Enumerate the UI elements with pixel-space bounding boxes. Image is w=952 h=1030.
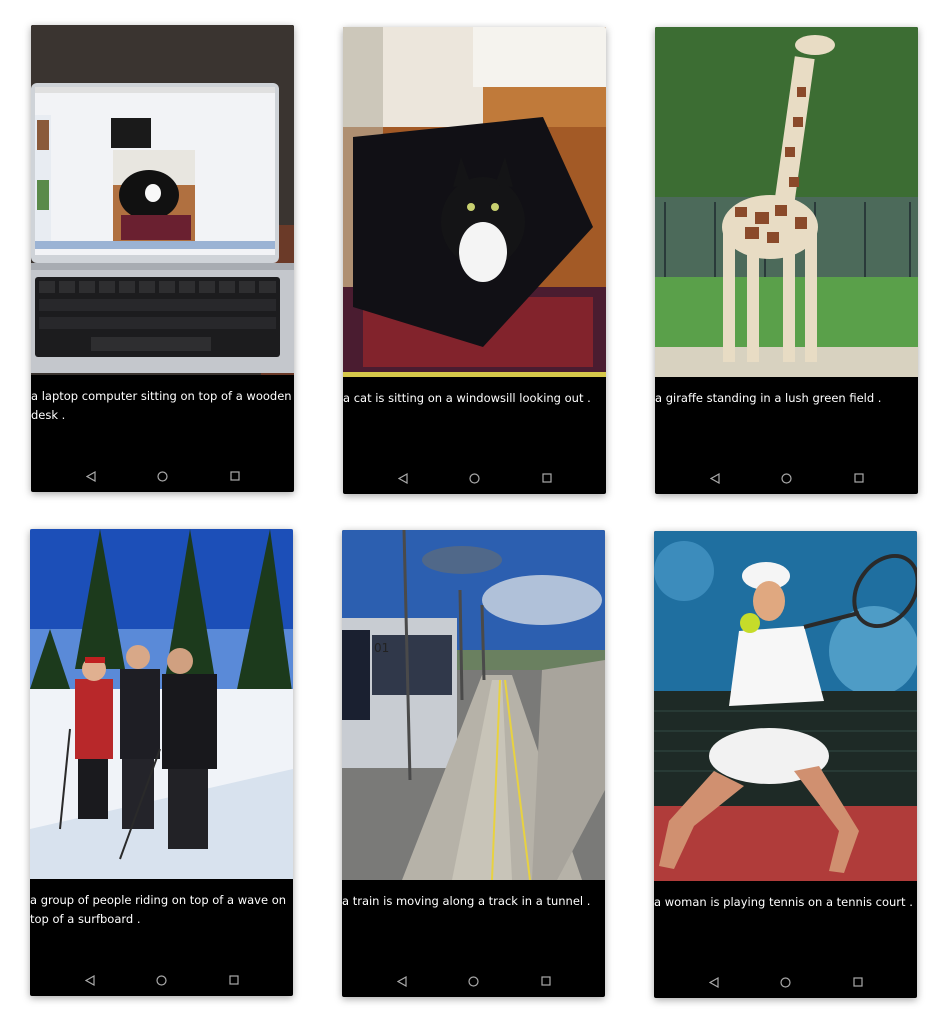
tennis-photo [654,531,917,881]
caption-text: a woman is playing tennis on a tennis co… [654,895,913,909]
screenshot-grid: a laptop computer sitting on top of a wo… [0,0,952,1030]
home-circle-icon[interactable] [155,973,169,987]
home-circle-icon[interactable] [779,975,793,989]
phone-screen-4: a group of people riding on top of a wav… [30,529,293,996]
recents-square-icon[interactable] [539,974,553,988]
back-triangle-icon[interactable] [84,469,98,483]
skiers-photo [30,529,293,879]
home-circle-icon[interactable] [468,471,482,485]
giraffe-photo [655,27,918,377]
recents-square-icon[interactable] [851,975,865,989]
home-circle-icon[interactable] [780,471,794,485]
caption-text: a cat is sitting on a windowsill looking… [343,391,591,405]
back-triangle-icon[interactable] [707,975,721,989]
phone-screen-5: 01 a train is moving along a track in a … [342,530,605,997]
laptop-photo [31,25,294,375]
phone-screen-6: a woman is playing tennis on a tennis co… [654,531,917,998]
phone-screen-1: a laptop computer sitting on top of a wo… [31,25,294,492]
caption-text: a group of people riding on top of a wav… [30,893,287,926]
android-navbar [30,964,293,996]
android-navbar [342,965,605,997]
recents-square-icon[interactable] [852,471,866,485]
recents-square-icon[interactable] [228,469,242,483]
phone-screen-2: a cat is sitting on a windowsill looking… [343,27,606,494]
train-photo: 01 [342,530,605,880]
caption-text: a train is moving along a track in a tun… [342,894,591,908]
caption-text: a giraffe standing in a lush green field… [655,391,882,405]
android-navbar [31,460,294,492]
back-triangle-icon[interactable] [395,974,409,988]
home-circle-icon[interactable] [467,974,481,988]
back-triangle-icon[interactable] [708,471,722,485]
back-triangle-icon[interactable] [83,973,97,987]
back-triangle-icon[interactable] [396,471,410,485]
recents-square-icon[interactable] [540,471,554,485]
android-navbar [343,462,606,494]
caption-text: a laptop computer sitting on top of a wo… [31,389,292,422]
cat-photo [343,27,606,377]
android-navbar [654,966,917,998]
phone-screen-3: a giraffe standing in a lush green field… [655,27,918,494]
home-circle-icon[interactable] [156,469,170,483]
android-navbar [655,462,918,494]
recents-square-icon[interactable] [227,973,241,987]
svg-text:01: 01 [374,641,389,655]
